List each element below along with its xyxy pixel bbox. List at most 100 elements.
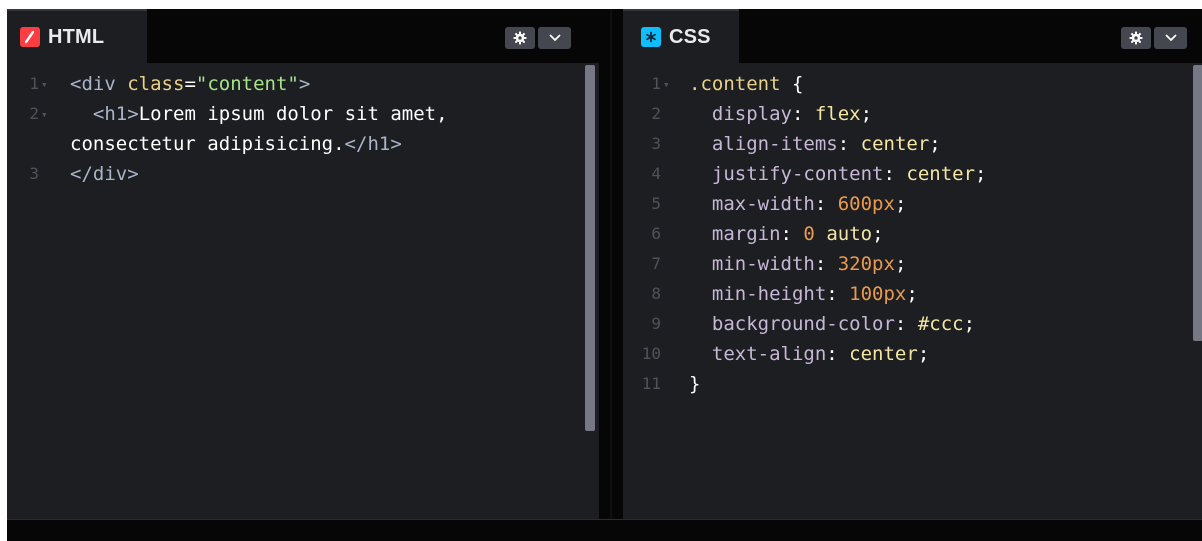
code-token: 0: [803, 223, 815, 245]
code-token: >: [298, 73, 311, 95]
code-token: {: [780, 73, 804, 95]
code-line: 3 </div>: [7, 159, 599, 189]
code-text: min-height: 100px;: [689, 279, 918, 309]
code-token: background-color: [711, 313, 895, 335]
code-token: ;: [860, 103, 873, 125]
gear-icon: [1129, 31, 1143, 45]
line-number: 6: [651, 224, 661, 243]
tab-html[interactable]: HTML: [7, 9, 147, 63]
code-token: <: [92, 103, 105, 125]
code-token: ;: [917, 343, 930, 365]
fold-arrow-icon[interactable]: ▾: [41, 70, 48, 100]
code-token: :: [814, 253, 838, 275]
code-text: text-align: center;: [689, 339, 929, 369]
code-line: 4 justify-content: center;: [623, 159, 1202, 189]
code-token: ;: [872, 223, 884, 245]
code-text: </div>: [70, 159, 139, 189]
html-tab-tools: [505, 27, 571, 49]
code-token: flex: [814, 103, 861, 125]
code-line: 6 margin: 0 auto;: [623, 219, 1202, 249]
code-token: 600px: [837, 193, 895, 215]
code-token: min-width: [711, 253, 815, 275]
code-token: div: [92, 163, 128, 185]
code-token: div: [81, 73, 116, 95]
code-line: 3 align-items: center;: [623, 129, 1202, 159]
tab-css-label: CSS: [669, 25, 711, 48]
code-line: 2 display: flex;: [623, 99, 1202, 129]
code-line: 9 background-color: #ccc;: [623, 309, 1202, 339]
code-line: 2 ▾ <h1>Lorem ipsum dolor sit amet,: [7, 99, 599, 129]
code-token: :: [826, 343, 850, 365]
code-token: }: [689, 373, 701, 395]
chevron-down-icon: [1164, 34, 1177, 42]
code-token: >: [127, 103, 139, 125]
css-scrollbar[interactable]: [1193, 65, 1202, 341]
html-slash-icon: [20, 27, 40, 47]
code-line: 1 ▾ <div class="content">: [7, 69, 599, 99]
code-token: =: [184, 73, 196, 95]
code-text: display: flex;: [689, 99, 872, 129]
code-text: justify-content: center;: [689, 159, 987, 189]
code-token: ;: [894, 193, 907, 215]
code-token: text-align: [711, 343, 827, 365]
code-token: ;: [975, 163, 987, 185]
css-editor-panel: CSS 1 ▾ .content {2 display: flex; 3 al…: [623, 9, 1202, 519]
html-scrollbar[interactable]: [585, 65, 595, 431]
line-number: 4: [651, 164, 661, 183]
code-token: display: [711, 103, 792, 125]
line-number: 7: [651, 254, 661, 273]
code-text: background-color: #ccc;: [689, 309, 975, 339]
code-token: :: [791, 103, 815, 125]
css-dropdown-button[interactable]: [1154, 27, 1187, 49]
line-number: 10: [641, 344, 661, 363]
divider-grip: [610, 9, 612, 519]
code-token: </: [344, 133, 368, 155]
line-number: 3: [29, 164, 39, 183]
code-token: :: [780, 223, 804, 245]
code-text: margin: 0 auto;: [689, 219, 884, 249]
line-number: 9: [651, 314, 661, 333]
code-token: center: [860, 133, 930, 155]
tab-css[interactable]: CSS: [623, 9, 739, 63]
code-token: min-height: [711, 283, 827, 305]
css-tabbar: CSS: [623, 9, 1202, 63]
code-text: consectetur adipisicing.</h1>: [70, 129, 402, 159]
fold-arrow-icon[interactable]: ▾: [663, 70, 670, 100]
gear-icon: [513, 31, 527, 45]
tab-html-label: HTML: [48, 25, 105, 48]
editor-frame: HTML 1 ▾ <div class="content"> 2 ▾ <h1>L…: [7, 9, 1202, 541]
code-line: 8 min-height: 100px;: [623, 279, 1202, 309]
code-text: }: [689, 369, 700, 399]
line-number: 5: [651, 194, 661, 213]
css-settings-button[interactable]: [1121, 27, 1151, 49]
code-token: .content: [689, 73, 781, 95]
code-token: center: [906, 163, 976, 185]
code-token: class: [127, 73, 185, 95]
fold-arrow-icon[interactable]: ▾: [41, 100, 48, 130]
code-token: 320px: [837, 253, 895, 275]
code-token: consectetur adipisicing.: [70, 133, 345, 155]
code-text: min-width: 320px;: [689, 249, 907, 279]
html-settings-button[interactable]: [505, 27, 535, 49]
codepen-editor-app: HTML 1 ▾ <div class="content"> 2 ▾ <h1>L…: [0, 0, 1202, 541]
code-text: <div class="content">: [70, 69, 310, 99]
html-editor-panel: HTML 1 ▾ <div class="content"> 2 ▾ <h1>L…: [7, 9, 599, 519]
code-token: align-items: [711, 133, 838, 155]
code-token: :: [883, 163, 907, 185]
code-line: 5 max-width: 600px;: [623, 189, 1202, 219]
html-code-area[interactable]: 1 ▾ <div class="content"> 2 ▾ <h1>Lorem ipsu…: [7, 63, 599, 519]
code-line: 10 text-align: center;: [623, 339, 1202, 369]
css-code-area[interactable]: 1 ▾ .content {2 display: flex; 3 align-item…: [623, 63, 1202, 519]
html-dropdown-button[interactable]: [538, 27, 571, 49]
code-line: 1 ▾ .content {: [623, 69, 1202, 99]
code-token: >: [390, 133, 402, 155]
